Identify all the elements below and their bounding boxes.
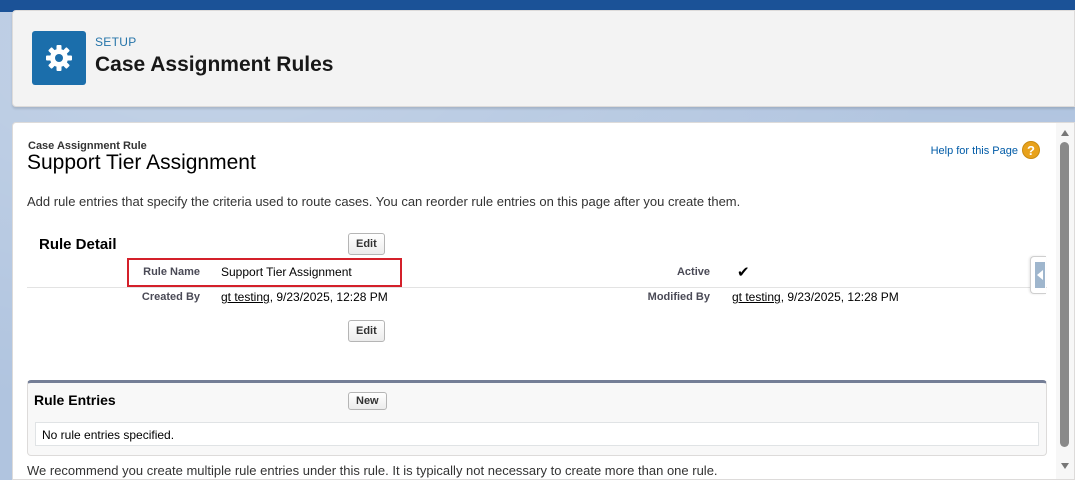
scroll-down-arrow-icon[interactable]: [1061, 463, 1069, 469]
help-icon[interactable]: ?: [1022, 141, 1040, 159]
created-by-label: Created By: [141, 291, 200, 303]
new-entry-button[interactable]: New: [348, 392, 387, 410]
page-title: Case Assignment Rules: [95, 53, 334, 76]
active-checkmark-icon: ✔: [737, 264, 750, 281]
edit-button-bottom[interactable]: Edit: [348, 320, 385, 342]
created-by-value: gt testing, 9/23/2025, 12:28 PM: [221, 290, 388, 304]
rule-detail-heading: Rule Detail: [39, 236, 117, 253]
scroll-up-arrow-icon[interactable]: [1061, 130, 1069, 136]
setup-header: SETUP Case Assignment Rules: [12, 10, 1075, 107]
rule-name-label: Rule Name: [143, 266, 200, 278]
modified-by-label: Modified By: [647, 291, 710, 303]
chevron-left-icon: [1035, 262, 1045, 288]
entries-empty-message: No rule entries specified.: [35, 422, 1039, 446]
rule-name-value: Support Tier Assignment: [221, 265, 352, 279]
gear-icon: [32, 31, 86, 85]
setup-breadcrumb[interactable]: SETUP: [95, 35, 137, 49]
modified-by-user-link[interactable]: gt testing: [732, 290, 781, 304]
active-label: Active: [676, 266, 710, 278]
vertical-scrollbar[interactable]: [1056, 123, 1074, 479]
modified-by-value: gt testing, 9/23/2025, 12:28 PM: [732, 290, 899, 304]
rule-entries-section: Rule Entries New No rule entries specifi…: [27, 380, 1047, 456]
rule-title: Support Tier Assignment: [27, 151, 256, 174]
created-by-date: , 9/23/2025, 12:28 PM: [269, 290, 388, 304]
detail-divider: [27, 287, 1047, 288]
footer-note: We recommend you create multiple rule en…: [27, 463, 718, 478]
modified-by-date: , 9/23/2025, 12:28 PM: [780, 290, 899, 304]
help-link[interactable]: Help for this Page: [931, 145, 1018, 157]
edit-button-top[interactable]: Edit: [348, 233, 385, 255]
scroll-thumb[interactable]: [1060, 142, 1069, 447]
content-panel: Case Assignment Rule Support Tier Assign…: [12, 122, 1075, 480]
rule-entries-heading: Rule Entries: [34, 392, 116, 408]
page-description: Add rule entries that specify the criter…: [27, 194, 741, 209]
side-panel-toggle[interactable]: [1030, 256, 1046, 294]
created-by-user-link[interactable]: gt testing: [221, 290, 270, 304]
